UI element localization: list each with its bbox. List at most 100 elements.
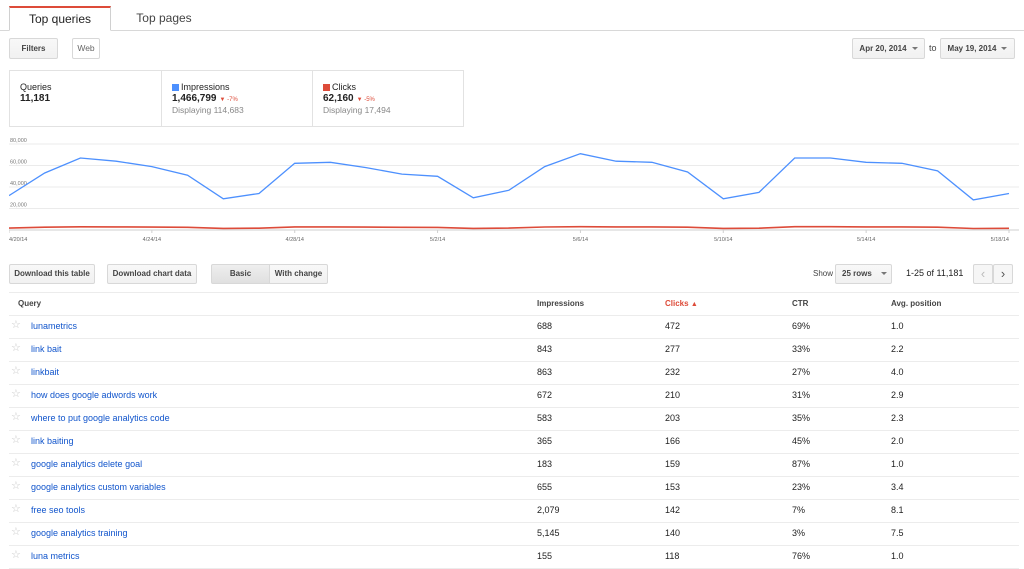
impressions-delta-value: -7% [227,97,238,103]
queries-title: Queries [20,82,52,92]
date-range-to-label: to [929,43,937,53]
clicks-delta: ▼ -5% [356,97,375,103]
rows-per-page-value: 25 rows [842,269,872,278]
ctr-cell: 35% [792,413,811,423]
column-header-clicks[interactable]: Clicks ▲ [665,299,698,308]
impressions-cell: 655 [537,482,553,492]
next-page-button[interactable]: › [993,264,1013,284]
impressions-title: Impressions [181,82,230,92]
summary-queries[interactable]: Queries 11,181 [10,71,161,126]
summary-clicks[interactable]: Clicks 62,160 ▼ -5% Displaying 17,494 [312,71,463,126]
chevron-down-icon [880,272,887,276]
table-row: ☆ link baiting 365 166 45% 2.0 [9,430,1019,454]
summary-panel: Queries 11,181 Impressions 1,466,799 ▼ -7… [9,70,464,127]
clicks-cell: 277 [665,344,681,354]
x-tick-label: 5/10/14 [714,237,732,243]
table-row: ☆ linkbait 863 232 27% 4.0 [9,361,1019,385]
query-link[interactable]: link baiting [31,436,74,446]
query-link[interactable]: google analytics delete goal [31,459,142,469]
y-tick-label: 80,000 [10,138,27,144]
clicks-header-label: Clicks [665,299,689,308]
ctr-cell: 31% [792,390,811,400]
search-type-chip[interactable]: Web [72,38,100,59]
query-link[interactable]: linkbait [31,367,59,377]
star-icon[interactable]: ☆ [11,548,21,561]
date-from-select[interactable]: Apr 20, 2014 [852,38,925,59]
x-tick-label: 5/2/14 [430,237,445,243]
y-tick-label: 60,000 [10,160,27,166]
star-icon[interactable]: ☆ [11,479,21,492]
rows-per-page-select[interactable]: 25 rows [835,264,892,284]
ctr-cell: 33% [792,344,811,354]
date-to-select[interactable]: May 19, 2014 [940,38,1015,59]
query-link[interactable]: lunametrics [31,321,77,331]
tab-top-pages[interactable]: Top pages [124,7,204,30]
chevron-right-icon: › [1000,266,1006,281]
line-chart-svg[interactable]: 80,00060,00040,00020,0004/20/14 4/24/14 4/… [8,136,1019,244]
impressions-delta: ▼ -7% [219,97,238,103]
column-header-avg-position[interactable]: Avg. position [891,299,941,308]
clicks-cell: 153 [665,482,681,492]
previous-page-button[interactable]: ‹ [973,264,993,284]
pagination-range: 1-25 of 11,181 [906,268,964,278]
query-link[interactable]: google analytics custom variables [31,482,166,492]
table-row: ☆ google analytics training 5,145 140 3% 7.5 [9,522,1019,546]
star-icon[interactable]: ☆ [11,364,21,377]
column-header-query[interactable]: Query [18,299,41,308]
column-header-impressions[interactable]: Impressions [537,299,584,308]
impressions-cell: 583 [537,413,553,423]
date-from-label: Apr 20, 2014 [859,44,907,53]
basic-toggle[interactable]: Basic [211,264,270,284]
ctr-cell: 7% [792,505,806,515]
avg-position-cell: 2.3 [891,413,904,423]
clicks-cell: 118 [665,551,680,561]
tab-bar: Top queries Top pages [0,0,1024,31]
query-link[interactable]: google analytics training [31,528,128,538]
impressions-cell: 843 [537,344,553,354]
star-icon[interactable]: ☆ [11,387,21,400]
impressions-displaying: Displaying 114,683 [172,105,244,115]
query-link[interactable]: how does google adwords work [31,390,157,400]
table-row: ☆ google analytics delete goal 183 159 87% 1.… [9,453,1019,477]
star-icon[interactable]: ☆ [11,410,21,423]
table-row: ☆ how does google adwords work 672 210 31% 2.… [9,384,1019,408]
clicks-legend-swatch [323,84,330,91]
ctr-cell: 45% [792,436,811,446]
query-link[interactable]: link bait [31,344,62,354]
impressions-cell: 183 [537,459,553,469]
clicks-title: Clicks [332,82,356,92]
star-icon[interactable]: ☆ [11,341,21,354]
summary-impressions[interactable]: Impressions 1,466,799 ▼ -7% Displaying 11… [161,71,312,126]
ctr-cell: 87% [792,459,811,469]
query-link[interactable]: where to put google analytics code [31,413,170,423]
impressions-cell: 863 [537,367,553,377]
impressions-cell: 2,079 [537,505,560,515]
tab-top-queries[interactable]: Top queries [9,6,111,31]
clicks-displaying: Displaying 17,494 [323,105,391,115]
impressions-legend-swatch [172,84,179,91]
impressions-value: 1,466,799 [172,93,217,104]
date-to-label: May 19, 2014 [947,44,997,53]
filters-button[interactable]: Filters [9,38,58,59]
star-icon[interactable]: ☆ [11,525,21,538]
x-tick-label: 5/18/14 [991,237,1009,243]
with-change-toggle[interactable]: With change [269,264,328,284]
impressions-cell: 5,145 [537,528,560,538]
performance-chart[interactable]: 80,000 60,000 40,000 20,000 4/20/14 4/24/14 4/… [8,136,1019,244]
download-table-button[interactable]: Download this table [9,264,95,284]
column-header-ctr[interactable]: CTR [792,299,808,308]
star-icon[interactable]: ☆ [11,433,21,446]
table-row: ☆ free seo tools 2,079 142 7% 8.1 [9,499,1019,523]
query-link[interactable]: luna metrics [31,551,80,561]
star-icon[interactable]: ☆ [11,456,21,469]
star-icon[interactable]: ☆ [11,502,21,515]
chevron-down-icon [1001,47,1008,51]
clicks-value: 62,160 [323,93,354,104]
sort-ascending-icon: ▲ [690,301,698,308]
x-tick-label: 4/24/14 [143,237,161,243]
download-chart-button[interactable]: Download chart data [107,264,197,284]
table-row: ☆ luna metrics 155 118 76% 1.0 [9,545,1019,569]
star-icon[interactable]: ☆ [11,318,21,331]
query-link[interactable]: free seo tools [31,505,85,515]
table-header: Query Impressions Clicks ▲ CTR Avg. posi… [9,292,1019,316]
